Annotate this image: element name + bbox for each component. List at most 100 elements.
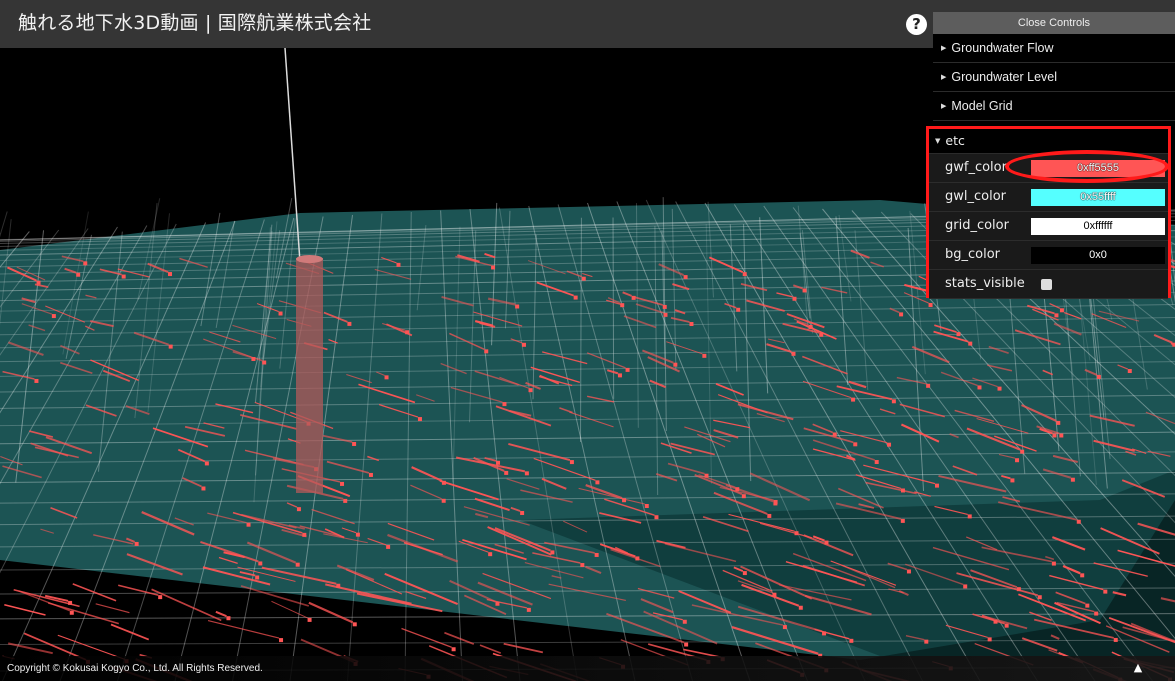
- folder-model-grid[interactable]: ▶ Model Grid: [933, 92, 1175, 121]
- flow-marker: [396, 262, 401, 267]
- flow-marker: [798, 605, 803, 610]
- flow-marker: [1004, 623, 1009, 628]
- flow-marker: [595, 480, 600, 485]
- folder-label: etc: [945, 133, 965, 148]
- gwl-color-input[interactable]: 0x55ffff: [1031, 189, 1165, 206]
- field-label: grid_color: [945, 218, 1009, 233]
- flow-marker: [822, 631, 827, 636]
- help-icon[interactable]: ?: [906, 14, 927, 35]
- flow-marker: [1052, 433, 1057, 438]
- flow-marker: [1015, 458, 1020, 463]
- flow-marker: [741, 494, 746, 499]
- flow-marker: [934, 483, 939, 488]
- folder-groundwater-level[interactable]: ▶ Groundwater Level: [933, 63, 1175, 92]
- flow-marker: [347, 321, 352, 326]
- folder-label: Groundwater Level: [951, 70, 1058, 84]
- flow-marker: [521, 342, 526, 347]
- flow-marker: [997, 386, 1002, 391]
- flow-marker: [36, 280, 41, 285]
- flow-line: [308, 601, 354, 624]
- folder-groundwater-flow[interactable]: ▶ Groundwater Flow: [933, 34, 1175, 63]
- flow-marker: [1070, 477, 1075, 482]
- flow-marker: [742, 571, 747, 576]
- well-body: [296, 258, 323, 493]
- flow-marker: [644, 503, 649, 508]
- grid-color-input[interactable]: 0xffffff: [1031, 218, 1165, 235]
- flow-line: [215, 610, 227, 618]
- flow-marker: [246, 522, 251, 527]
- flow-marker: [782, 625, 787, 630]
- flow-marker: [355, 532, 360, 537]
- flow-marker: [158, 595, 163, 600]
- flow-marker: [851, 397, 856, 402]
- triangle-right-icon: ▶: [941, 45, 947, 52]
- field-label: stats_visible: [945, 276, 1025, 291]
- flow-marker: [201, 486, 206, 491]
- well-top: [296, 255, 323, 263]
- flow-marker: [384, 375, 389, 380]
- flow-marker: [617, 373, 622, 378]
- flow-marker: [296, 507, 301, 512]
- triangle-right-icon: ▶: [941, 74, 947, 81]
- flow-marker: [906, 569, 911, 574]
- flow-marker: [684, 642, 689, 647]
- flow-marker: [792, 296, 797, 301]
- triangle-right-icon: ▶: [941, 103, 947, 110]
- flow-marker: [773, 499, 778, 504]
- gwl-color-row: gwl_color 0x55ffff: [929, 183, 1168, 212]
- field-label: bg_color: [945, 247, 1001, 262]
- flow-marker: [491, 265, 496, 270]
- flow-marker: [278, 311, 283, 316]
- flow-marker: [573, 295, 578, 300]
- flow-marker: [977, 385, 982, 390]
- highlight-ellipse: [1005, 150, 1169, 183]
- flow-marker: [279, 638, 284, 643]
- flow-marker: [405, 330, 410, 335]
- folder-etc-title[interactable]: ▼ etc: [929, 129, 1168, 154]
- stats-visible-checkbox[interactable]: [1041, 279, 1052, 290]
- flow-marker: [1127, 369, 1132, 374]
- flow-marker: [451, 647, 456, 652]
- flow-marker: [76, 272, 81, 277]
- flow-marker: [255, 575, 260, 580]
- flow-marker: [526, 607, 531, 612]
- folder-label: Groundwater Flow: [951, 41, 1054, 55]
- flow-marker: [704, 473, 709, 478]
- flow-marker: [528, 388, 533, 393]
- flow-line: [110, 623, 150, 641]
- flow-line: [151, 588, 222, 622]
- flow-marker: [168, 272, 173, 277]
- flow-marker: [620, 303, 625, 308]
- flow-marker: [343, 498, 348, 503]
- flow-marker: [808, 324, 813, 329]
- flow-marker: [1020, 449, 1025, 454]
- flow-line: [4, 604, 46, 616]
- flow-marker: [832, 432, 837, 437]
- flow-marker: [295, 562, 300, 567]
- flow-marker: [968, 341, 973, 346]
- bg-color-input[interactable]: 0x0: [1031, 247, 1165, 264]
- flow-marker: [524, 471, 529, 476]
- flow-marker: [1096, 374, 1101, 379]
- flow-line: [95, 603, 130, 614]
- stats-visible-row: stats_visible: [929, 270, 1168, 299]
- flow-marker: [258, 561, 263, 566]
- flow-marker: [625, 367, 630, 372]
- flow-marker: [900, 518, 905, 523]
- flow-marker: [515, 304, 520, 309]
- flow-marker: [663, 312, 668, 317]
- flow-marker: [891, 399, 896, 404]
- copyright-text: Copyright © Kokusai Kogyo Co., Ltd. All …: [7, 663, 263, 674]
- flow-marker: [1010, 478, 1015, 483]
- flow-marker: [1056, 420, 1061, 425]
- flow-marker: [673, 362, 678, 367]
- close-controls-button[interactable]: Close Controls: [933, 12, 1175, 34]
- caret-up-icon[interactable]: ▲: [1131, 662, 1145, 674]
- flow-marker: [791, 351, 796, 356]
- flow-marker: [302, 532, 307, 537]
- flow-marker: [963, 584, 968, 589]
- flow-marker: [899, 312, 904, 317]
- flow-marker: [496, 460, 501, 465]
- flow-marker: [1051, 561, 1056, 566]
- flow-marker: [569, 460, 574, 465]
